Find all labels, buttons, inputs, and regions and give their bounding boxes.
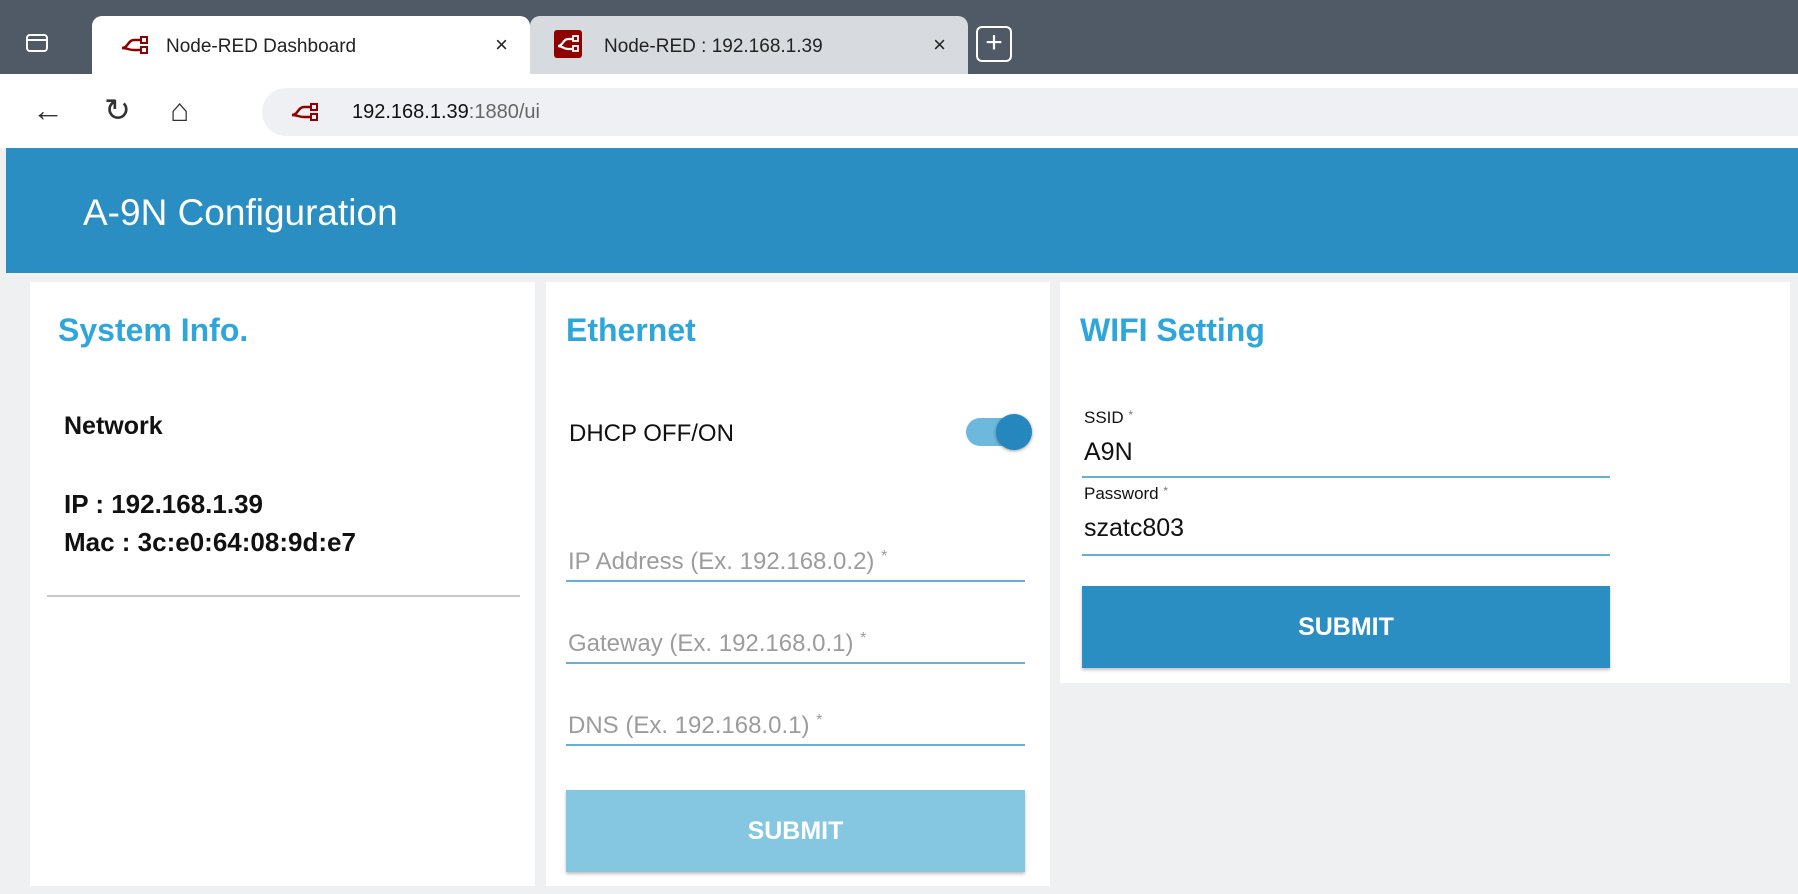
gateway-placeholder: Gateway (Ex. 192.168.0.1) * (568, 630, 867, 657)
tab-actions-icon[interactable] (26, 34, 48, 52)
gateway-input[interactable]: Gateway (Ex. 192.168.0.1) * (566, 616, 1025, 664)
password-field[interactable]: Password * szatc803 (1082, 484, 1610, 556)
tab-close-icon[interactable]: × (495, 32, 508, 58)
tab-node-red-editor[interactable]: Node-RED : 192.168.1.39 × (530, 16, 968, 74)
browser-tab-bar: Node-RED Dashboard × Node-RED : 192.168.… (0, 0, 1798, 74)
ip-value: IP : 192.168.1.39 (64, 489, 264, 519)
ip-address-input[interactable]: IP Address (Ex. 192.168.0.2) * (566, 534, 1025, 582)
url-host: 192.168.1.39 (352, 101, 469, 123)
system-info-title: System Info. (58, 312, 249, 348)
url-path: :1880/ui (468, 101, 540, 123)
dhcp-toggle-thumb (996, 414, 1032, 450)
dashboard-header: A-9N Configuration (6, 148, 1798, 273)
page-title: A-9N Configuration (83, 192, 398, 233)
wifi-title: WIFI Setting (1080, 312, 1265, 348)
node-red-logo-icon (291, 103, 318, 121)
dns-input[interactable]: DNS (Ex. 192.168.0.1) * (566, 698, 1025, 746)
back-icon[interactable]: ← (32, 92, 64, 128)
tab-title: Node-RED : 192.168.1.39 (604, 36, 823, 57)
node-red-logo-icon (121, 36, 148, 54)
ethernet-title: Ethernet (566, 312, 696, 348)
url-text: 192.168.1.39:1880/ui (352, 101, 540, 124)
password-label: Password * (1084, 484, 1169, 503)
dhcp-toggle[interactable] (966, 414, 1032, 450)
tab-close-icon[interactable]: × (933, 32, 946, 58)
wifi-card: WIFI Setting SSID * A9N Password * szatc… (1060, 282, 1790, 683)
tab-title: Node-RED Dashboard (166, 36, 357, 57)
ssid-value: A9N (1084, 438, 1133, 466)
dhcp-switch-label: DHCP OFF/ON (569, 420, 734, 447)
system-info-card: System Info. Network IP : 192.168.1.39 M… (30, 282, 535, 886)
home-icon[interactable]: ⌂ (170, 92, 189, 128)
password-value: szatc803 (1084, 514, 1185, 542)
wifi-submit-button[interactable]: SUBMIT (1082, 586, 1610, 668)
browser-toolbar: ← ↻ ⌂ 192.168.1.39:1880/ui (0, 74, 1798, 148)
tab-node-red-dashboard[interactable]: Node-RED Dashboard × (92, 16, 530, 74)
divider (47, 595, 520, 597)
ethernet-submit-button[interactable]: SUBMIT (566, 790, 1025, 872)
mac-value: Mac : 3c:e0:64:08:9d:e7 (64, 527, 356, 557)
ethernet-card: Ethernet DHCP OFF/ON IP Address (Ex. 192… (546, 282, 1050, 886)
ssid-field[interactable]: SSID * A9N (1082, 408, 1610, 478)
node-red-logo-icon (554, 30, 582, 58)
reload-icon[interactable]: ↻ (104, 92, 131, 128)
ip-address-placeholder: IP Address (Ex. 192.168.0.2) * (568, 548, 888, 575)
network-label: Network (64, 412, 163, 440)
new-tab-button[interactable]: + (976, 26, 1012, 62)
address-bar[interactable]: 192.168.1.39:1880/ui (262, 88, 1798, 136)
dns-placeholder: DNS (Ex. 192.168.0.1) * (568, 712, 823, 739)
ssid-label: SSID * (1084, 408, 1134, 427)
